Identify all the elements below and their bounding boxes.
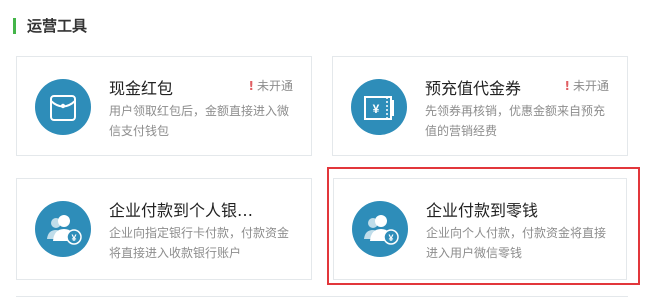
card-description: 用户领取红包后，金额直接进入微信支付钱包	[109, 104, 290, 138]
status-badge: ! 未开通	[565, 77, 610, 94]
card-title: 企业付款到零钱	[426, 201, 539, 220]
tool-card-cash-red-packet[interactable]: 现金红包 ! 未开通 用户领取红包后，金额直接进入微信支付钱包	[16, 56, 312, 156]
svg-text:¥: ¥	[373, 102, 380, 116]
tool-card-prepaid-voucher[interactable]: ¥ 预充值代金券 ! 未开通 先领券再核销，优惠金额来自预充值的营销经费	[332, 56, 628, 156]
red-envelope-icon	[35, 79, 91, 135]
svg-text:¥: ¥	[388, 233, 393, 243]
card-title: 预充值代金券	[425, 79, 522, 98]
warning-icon: !	[564, 79, 570, 93]
tool-card-enterprise-pay-bank[interactable]: ¥ 企业付款到个人银… 企业向指定银行卡付款，付款资金将直接进入收款银行账户	[16, 178, 312, 280]
card-title: 企业付款到个人银…	[109, 201, 254, 220]
enterprise-payment-icon: ¥	[352, 201, 408, 257]
section-accent-bar	[13, 18, 16, 34]
tool-card-enterprise-pay-wallet[interactable]: ¥ 企业付款到零钱 企业向个人付款，付款资金将直接进入用户微信零钱	[333, 178, 627, 280]
svg-text:¥: ¥	[71, 233, 76, 243]
section-title: 运营工具	[27, 17, 88, 35]
voucher-icon: ¥	[351, 79, 407, 135]
divider	[16, 296, 628, 297]
status-text: 未开通	[572, 79, 609, 93]
card-description: 先领券再核销，优惠金额来自预充值的营销经费	[425, 104, 606, 138]
warning-icon: !	[248, 79, 254, 93]
card-description: 企业向个人付款，付款资金将直接进入用户微信零钱	[426, 226, 607, 260]
status-badge: ! 未开通	[249, 77, 294, 94]
card-description: 企业向指定银行卡付款，付款资金将直接进入收款银行账户	[109, 226, 290, 260]
enterprise-payment-icon: ¥	[35, 201, 91, 257]
status-text: 未开通	[256, 79, 293, 93]
card-title: 现金红包	[109, 79, 174, 98]
